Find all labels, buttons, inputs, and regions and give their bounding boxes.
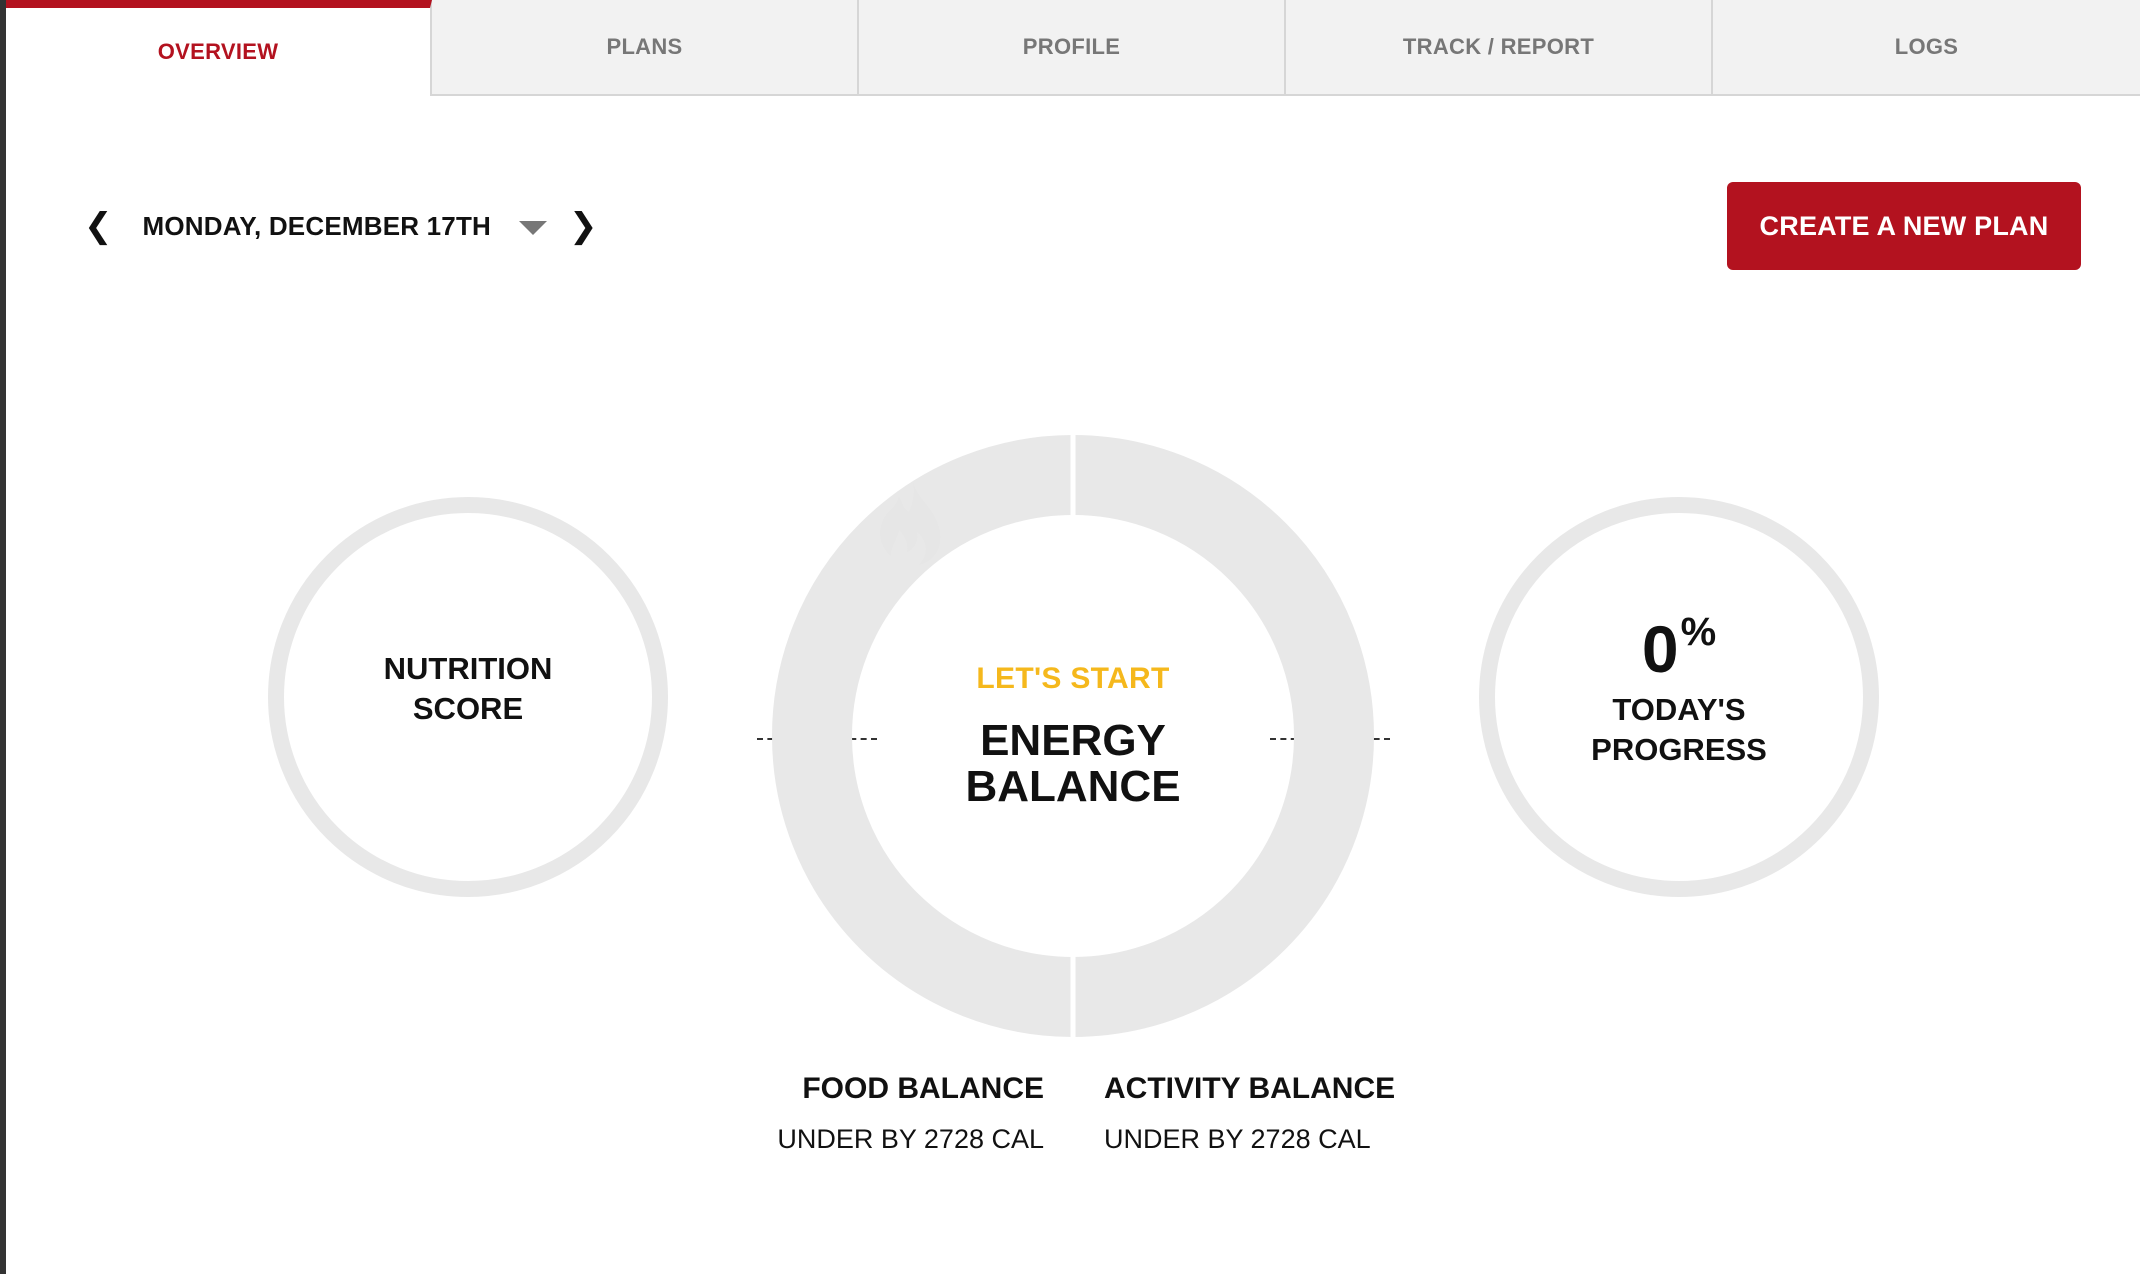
nutrition-score-title: NUTRITION SCORE [383,651,553,726]
caret-down-icon[interactable] [519,221,548,235]
progress-value: 0 [1641,612,1679,686]
food-balance-block: FOOD BALANCE UNDER BY 2728 CAL [777,1072,1044,1155]
progress-percentage: 0 % [1641,610,1716,686]
tab-track-report[interactable]: TRACK / REPORT [1286,0,1713,96]
energy-balance-ring[interactable]: LET'S START ENERGY BALANCE [772,435,1374,1037]
chevron-left-icon[interactable]: ❮ [84,209,113,243]
todays-progress-title: TODAY'S PROGRESS [1591,692,1767,767]
food-balance-title: FOOD BALANCE [802,1072,1044,1105]
left-edge-bar [0,0,6,1274]
tab-plans[interactable]: PLANS [432,0,859,96]
tab-bar: OVERVIEW PLANS PROFILE TRACK / REPORT LO… [6,0,2140,96]
progress-unit: % [1680,610,1717,654]
activity-balance-title: ACTIVITY BALANCE [1104,1072,1396,1105]
nutrition-score-circle[interactable]: NUTRITION SCORE [268,497,668,897]
food-balance-detail: UNDER BY 2728 CAL [777,1124,1044,1154]
create-new-plan-button[interactable]: CREATE A NEW PLAN [1727,182,2081,270]
tab-logs[interactable]: LOGS [1713,0,2140,96]
tab-overview[interactable]: OVERVIEW [6,0,432,96]
chevron-right-icon[interactable]: ❯ [569,209,598,243]
date-label[interactable]: MONDAY, DECEMBER 17TH [143,211,492,242]
tab-profile[interactable]: PROFILE [859,0,1286,96]
todays-progress-circle[interactable]: 0 % TODAY'S PROGRESS [1479,497,1879,897]
activity-balance-block: ACTIVITY BALANCE UNDER BY 2728 CAL [1104,1072,1395,1155]
activity-balance-detail: UNDER BY 2728 CAL [1104,1124,1371,1154]
date-navigator: ❮ MONDAY, DECEMBER 17TH ❯ [84,206,598,246]
energy-balance-title: ENERGY BALANCE [965,716,1181,811]
energy-center: LET'S START ENERGY BALANCE [873,482,1273,936]
lets-start-label: LET'S START [976,662,1170,695]
flame-icon [880,482,941,565]
